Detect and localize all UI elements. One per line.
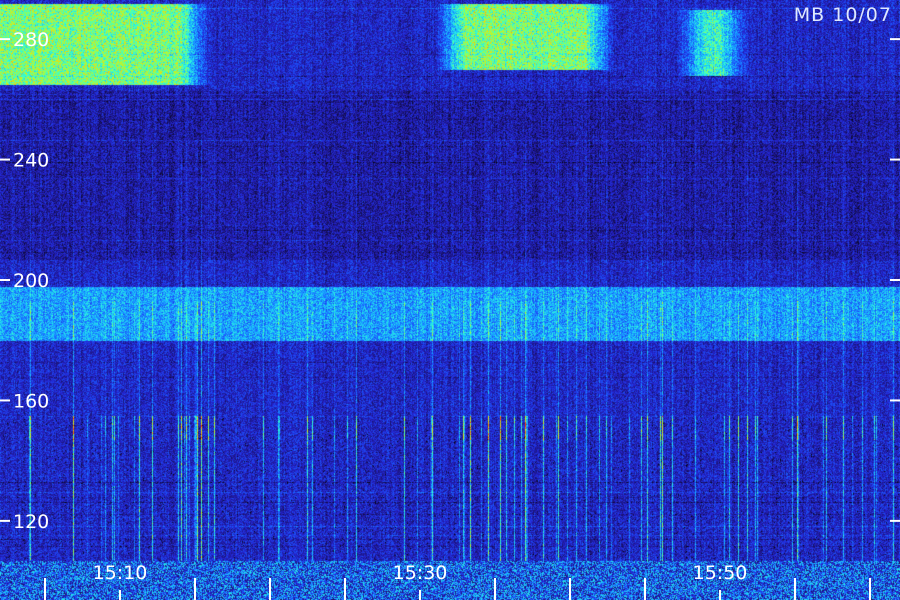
y-tick-label: 160 bbox=[13, 390, 49, 412]
spectrogram-plot: 280 240 200 160 120 15:10 15:30 15:50 bbox=[0, 0, 900, 600]
axis-overlay: 280 240 200 160 120 15:10 15:30 15:50 bbox=[0, 29, 900, 600]
x-tick-label: 15:30 bbox=[393, 562, 448, 584]
y-tick-label: 280 bbox=[13, 29, 49, 51]
x-tick-label: 15:10 bbox=[93, 562, 148, 584]
chart-title: MB 10/07 bbox=[793, 4, 892, 26]
x-axis-ticks: 15:10 15:30 15:50 bbox=[44, 562, 871, 600]
x-tick-label: 15:50 bbox=[693, 562, 748, 584]
spectrogram-figure: 280 240 200 160 120 15:10 15:30 15:50 MB 10/07 bbox=[0, 0, 900, 600]
y-tick-label: 120 bbox=[13, 511, 49, 533]
y-tick-label: 200 bbox=[13, 270, 49, 292]
y-tick-label: 240 bbox=[13, 150, 49, 172]
y-axis-ticks: 280 240 200 160 120 bbox=[0, 29, 900, 533]
